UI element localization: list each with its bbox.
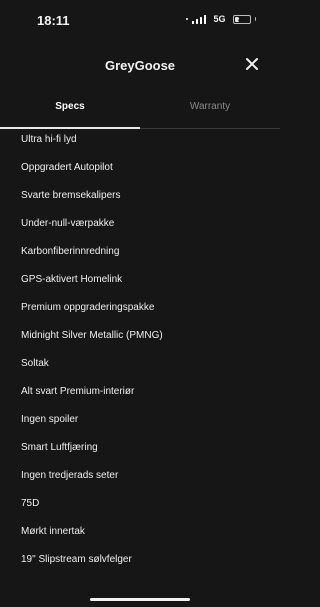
spec-item: Under-null-værpakke: [21, 218, 115, 229]
status-indicators: 5G 31: [185, 14, 256, 24]
specs-list: Ultra hi-fi lyd Oppgradert Autopilot Sva…: [0, 129, 280, 584]
spec-item: Oppgradert Autopilot: [21, 162, 113, 173]
spec-item: 19" Slipstream sølvfelger: [21, 554, 132, 565]
spec-item: Svarte bremsekalipers: [21, 190, 121, 201]
battery-tip: [254, 17, 256, 21]
spec-item: Premium oppgraderingspakke: [21, 302, 155, 313]
spec-item: Ingen spoiler: [21, 414, 79, 425]
spec-item: Smart Luftfjæring: [21, 442, 98, 453]
battery-icon: 31: [232, 14, 251, 24]
signal-dot-icon: [185, 18, 188, 20]
spec-item: Soltak: [21, 358, 49, 369]
status-time: 18:11: [37, 13, 70, 28]
modal-header: GreyGoose: [0, 52, 280, 80]
spec-item: GPS-aktivert Homelink: [21, 274, 123, 285]
tab-specs[interactable]: Specs: [0, 96, 140, 129]
tab-warranty[interactable]: Warranty: [140, 96, 280, 128]
spec-item: Midnight Silver Metallic (PMNG): [21, 330, 163, 341]
tab-bar: Specs Warranty: [0, 96, 280, 129]
spec-item: Alt svart Premium-interiør: [21, 386, 135, 397]
spec-item: 75D: [21, 498, 40, 509]
battery-level: 31: [237, 15, 246, 23]
spec-item: Ultra hi-fi lyd: [21, 134, 77, 145]
close-button[interactable]: [244, 56, 260, 72]
network-type: 5G: [213, 14, 226, 24]
spec-item: Karbonfiberinnredning: [21, 246, 120, 257]
status-bar: 18:11 5G 31: [0, 0, 280, 40]
spec-item: Ingen tredjerads seter: [21, 470, 119, 481]
page-title: GreyGoose: [104, 58, 176, 73]
spec-item: Mørkt innertak: [21, 526, 85, 537]
cellular-signal-icon: [191, 14, 207, 24]
home-indicator[interactable]: [90, 598, 190, 601]
close-icon: [246, 58, 258, 70]
